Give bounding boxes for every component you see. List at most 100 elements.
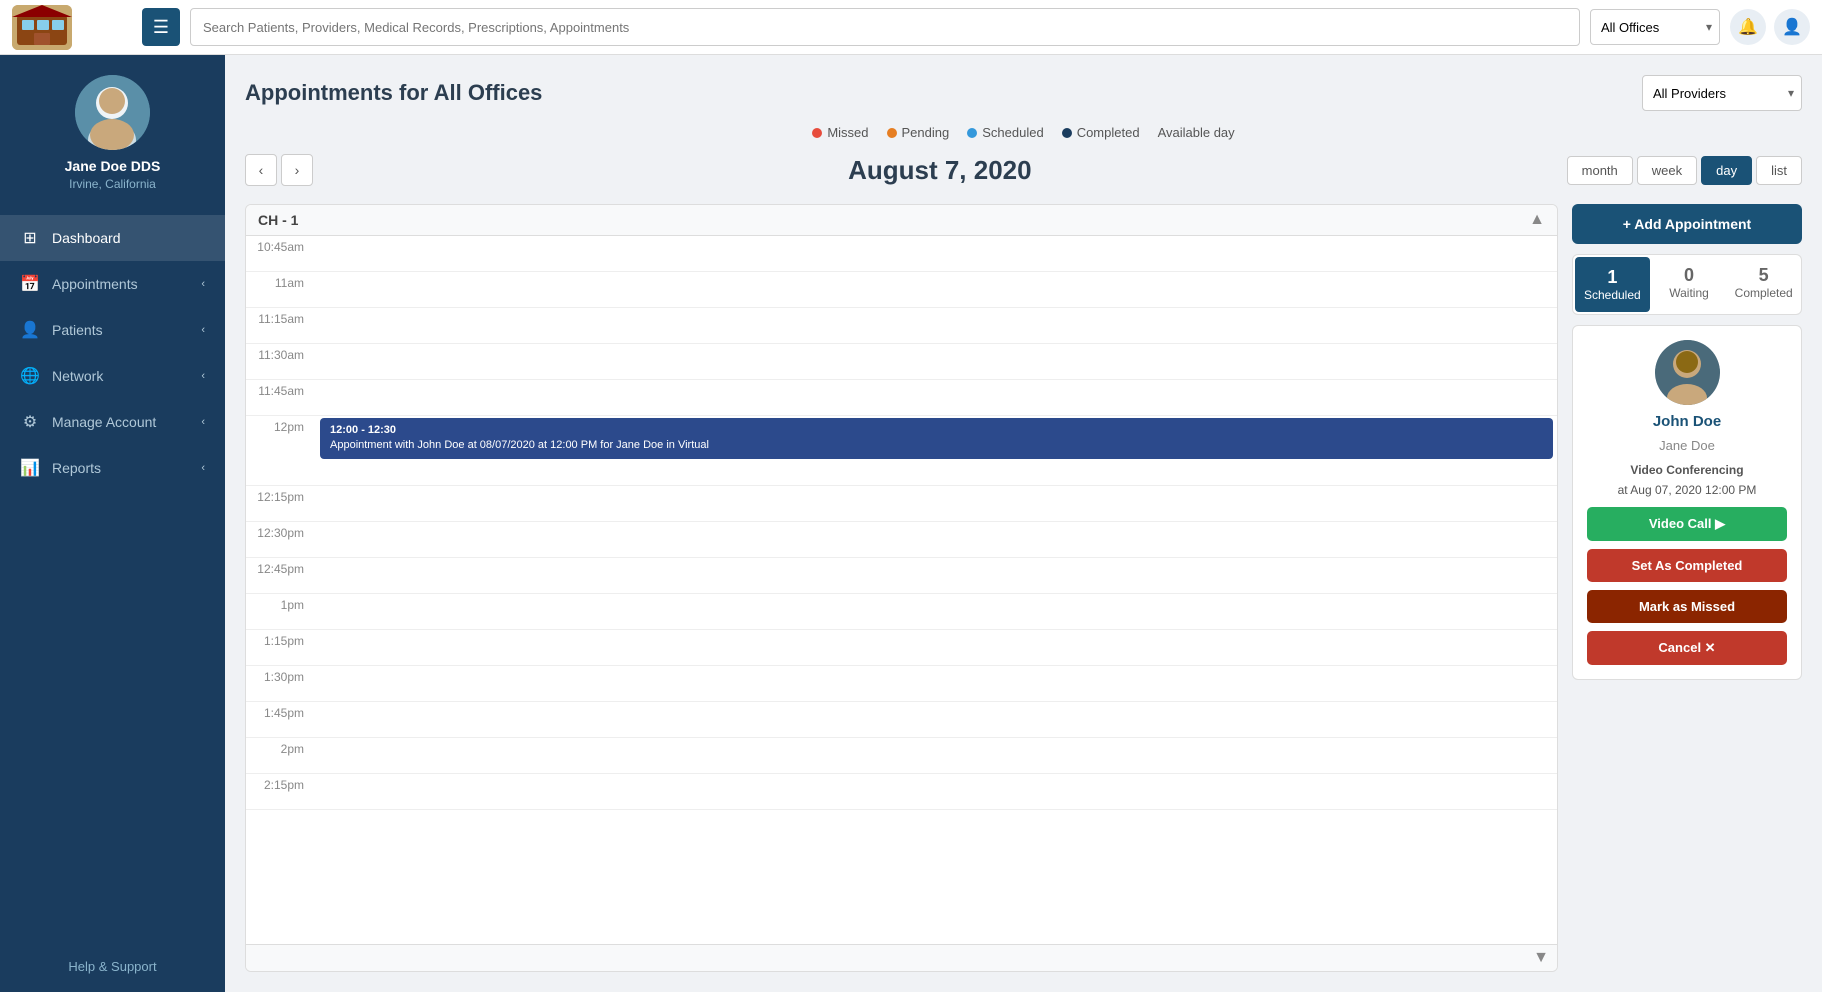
legend-pending: Pending bbox=[887, 125, 950, 140]
sidebar-item-label: Manage Account bbox=[52, 414, 156, 430]
appointment-description: Appointment with John Doe at 08/07/2020 … bbox=[330, 438, 1543, 453]
appointment-type: Video Conferencing bbox=[1618, 461, 1757, 479]
mark-missed-button[interactable]: Mark as Missed bbox=[1587, 590, 1787, 623]
time-label: 11:30am bbox=[246, 344, 316, 366]
appointment-info: Video Conferencing at Aug 07, 2020 12:00… bbox=[1618, 461, 1757, 499]
time-row: 1:15pm bbox=[246, 630, 1557, 666]
sidebar-item-network[interactable]: 🌐 Network ‹ bbox=[0, 353, 225, 399]
time-slot[interactable]: 12:00 - 12:30 Appointment with John Doe … bbox=[316, 416, 1557, 461]
sidebar-item-manage-account[interactable]: ⚙ Manage Account ‹ bbox=[0, 399, 225, 445]
tab-scheduled[interactable]: 1 Scheduled bbox=[1575, 257, 1650, 312]
page-title: Appointments for All Offices bbox=[245, 80, 542, 106]
time-label: 11am bbox=[246, 272, 316, 294]
patients-icon: 👤 bbox=[20, 320, 40, 340]
cal-col-header: CH - 1 ▲ bbox=[246, 205, 1557, 236]
time-row: 12pm 12:00 - 12:30 Appointment with John… bbox=[246, 416, 1557, 486]
time-label: 2pm bbox=[246, 738, 316, 760]
sidebar-user-name: Jane Doe DDS bbox=[65, 158, 161, 174]
scheduled-dot bbox=[967, 128, 977, 138]
time-slot[interactable] bbox=[316, 630, 1557, 665]
scheduled-label: Scheduled bbox=[982, 125, 1043, 140]
time-slot[interactable] bbox=[316, 666, 1557, 701]
patient-avatar bbox=[1655, 340, 1720, 405]
tab-list[interactable]: list bbox=[1756, 156, 1802, 185]
time-row: 12:15pm bbox=[246, 486, 1557, 522]
sidebar-item-reports[interactable]: 📊 Reports ‹ bbox=[0, 445, 225, 491]
tab-week[interactable]: week bbox=[1637, 156, 1697, 185]
pending-label: Pending bbox=[902, 125, 950, 140]
time-row: 11am bbox=[246, 272, 1557, 308]
time-slot[interactable] bbox=[316, 702, 1557, 737]
time-row: 2:15pm bbox=[246, 774, 1557, 810]
cancel-button[interactable]: Cancel ✕ bbox=[1587, 631, 1787, 665]
time-slot[interactable] bbox=[316, 344, 1557, 379]
appointment-time: 12:00 - 12:30 bbox=[330, 424, 1543, 436]
time-slot[interactable] bbox=[316, 272, 1557, 307]
provider-select[interactable]: All Providers Jane Doe DDS bbox=[1642, 75, 1802, 111]
notifications-button[interactable]: 🔔 bbox=[1730, 9, 1766, 45]
chevron-icon: ‹ bbox=[201, 278, 205, 290]
tab-completed[interactable]: 5 Completed bbox=[1726, 255, 1801, 314]
time-row: 11:45am bbox=[246, 380, 1557, 416]
time-row: 1:45pm bbox=[246, 702, 1557, 738]
legend-bar: Missed Pending Scheduled Completed Avail… bbox=[245, 125, 1802, 140]
prev-button[interactable]: ‹ bbox=[245, 154, 277, 186]
tab-waiting[interactable]: 0 Waiting bbox=[1652, 255, 1727, 314]
completed-count: 5 bbox=[1730, 265, 1797, 286]
sidebar-item-appointments[interactable]: 📅 Appointments ‹ bbox=[0, 261, 225, 307]
user-profile-button[interactable]: 👤 bbox=[1774, 9, 1810, 45]
video-call-button[interactable]: Video Call ▶ bbox=[1587, 507, 1787, 541]
tab-day[interactable]: day bbox=[1701, 156, 1752, 185]
cal-scroll[interactable]: 10:45am 11am 11:15am 11:30 bbox=[246, 236, 1557, 944]
time-slot[interactable] bbox=[316, 486, 1557, 521]
sidebar-item-label: Appointments bbox=[52, 276, 138, 292]
dashboard-icon: ⊞ bbox=[20, 228, 40, 248]
tab-month[interactable]: month bbox=[1567, 156, 1633, 185]
time-slot[interactable] bbox=[316, 236, 1557, 271]
completed-tab-label: Completed bbox=[1735, 286, 1793, 300]
sidebar-item-label: Network bbox=[52, 368, 103, 384]
appointment-detail: John Doe Jane Doe Video Conferencing at … bbox=[1572, 325, 1802, 680]
pending-dot bbox=[887, 128, 897, 138]
top-nav: ☰ All Offices Office 1 🔔 👤 bbox=[0, 0, 1822, 55]
sidebar-item-dashboard[interactable]: ⊞ Dashboard bbox=[0, 215, 225, 261]
chevron-icon: ‹ bbox=[201, 416, 205, 428]
time-slot[interactable] bbox=[316, 308, 1557, 343]
help-support-link[interactable]: Help & Support bbox=[68, 959, 156, 974]
reports-icon: 📊 bbox=[20, 458, 40, 478]
logo-wrap bbox=[12, 5, 132, 50]
cal-area: CH - 1 ▲ 10:45am 11am bbox=[245, 204, 1802, 972]
content-header: Appointments for All Offices All Provide… bbox=[245, 75, 1802, 111]
next-button[interactable]: › bbox=[281, 154, 313, 186]
menu-button[interactable]: ☰ bbox=[142, 8, 180, 46]
time-label: 1:45pm bbox=[246, 702, 316, 724]
time-label: 12pm bbox=[246, 416, 316, 438]
sidebar-item-patients[interactable]: 👤 Patients ‹ bbox=[0, 307, 225, 353]
scheduled-tab-label: Scheduled bbox=[1584, 288, 1641, 302]
cal-nav: ‹ › bbox=[245, 154, 313, 186]
time-slot[interactable] bbox=[316, 594, 1557, 629]
missed-label: Missed bbox=[827, 125, 868, 140]
sidebar-nav: ⊞ Dashboard 📅 Appointments ‹ 👤 Patients … bbox=[0, 207, 225, 942]
cal-col-title: CH - 1 bbox=[258, 212, 298, 228]
time-slot[interactable] bbox=[316, 738, 1557, 773]
search-input[interactable] bbox=[190, 8, 1580, 46]
office-select-wrap: All Offices Office 1 bbox=[1590, 9, 1720, 45]
scroll-up-icon[interactable]: ▲ bbox=[1529, 211, 1545, 229]
status-tabs: 1 Scheduled 0 Waiting 5 Completed bbox=[1572, 254, 1802, 315]
appointment-block[interactable]: 12:00 - 12:30 Appointment with John Doe … bbox=[320, 418, 1553, 459]
time-slot[interactable] bbox=[316, 380, 1557, 415]
legend-available: Available day bbox=[1158, 125, 1235, 140]
chevron-icon: ‹ bbox=[201, 324, 205, 336]
completed-dot bbox=[1062, 128, 1072, 138]
scroll-down-icon[interactable]: ▼ bbox=[1533, 949, 1549, 967]
add-appointment-button[interactable]: + Add Appointment bbox=[1572, 204, 1802, 244]
main-layout: Jane Doe DDS Irvine, California ⊞ Dashbo… bbox=[0, 55, 1822, 992]
time-slot[interactable] bbox=[316, 774, 1557, 809]
chevron-icon: ‹ bbox=[201, 370, 205, 382]
set-completed-button[interactable]: Set As Completed bbox=[1587, 549, 1787, 582]
office-select[interactable]: All Offices Office 1 bbox=[1590, 9, 1720, 45]
time-slot[interactable] bbox=[316, 522, 1557, 557]
time-row: 10:45am bbox=[246, 236, 1557, 272]
time-slot[interactable] bbox=[316, 558, 1557, 593]
